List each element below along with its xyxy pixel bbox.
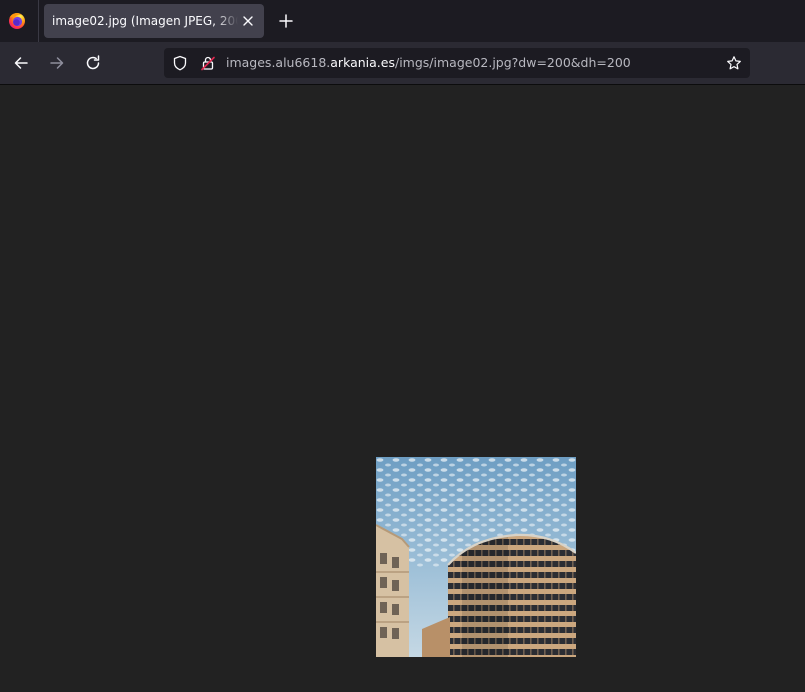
star-icon[interactable] [726,55,742,71]
image-viewer [0,85,805,692]
tab-strip: image02.jpg (Imagen JPEG, 200 × 200 píxe… [0,0,805,42]
tab-active[interactable]: image02.jpg (Imagen JPEG, 200 × 200 píxe… [44,4,264,38]
tab-separator [38,0,39,42]
address-bar[interactable]: images.alu6618.arkania.es/imgs/image02.j… [164,48,750,78]
shield-icon[interactable] [172,55,188,71]
url-prefix: images.alu6618. [226,55,331,70]
arrow-left-icon[interactable] [11,53,31,73]
insecure-lock-icon[interactable] [200,55,216,71]
navigation-toolbar: images.alu6618.arkania.es/imgs/image02.j… [0,42,805,85]
url-path: /imgs/image02.jpg?dw=200&dh=200 [394,55,631,70]
reload-icon[interactable] [83,53,103,73]
arrow-right-icon[interactable] [47,53,67,73]
tab-title: image02.jpg (Imagen JPEG, 200 × 200 píxe… [52,14,238,28]
url-text: images.alu6618.arkania.es/imgs/image02.j… [226,48,631,78]
building-photo[interactable] [376,457,576,657]
close-icon[interactable] [240,13,256,29]
plus-icon[interactable] [276,11,296,31]
firefox-logo-icon[interactable] [6,10,28,32]
url-host: arkania.es [330,55,395,70]
